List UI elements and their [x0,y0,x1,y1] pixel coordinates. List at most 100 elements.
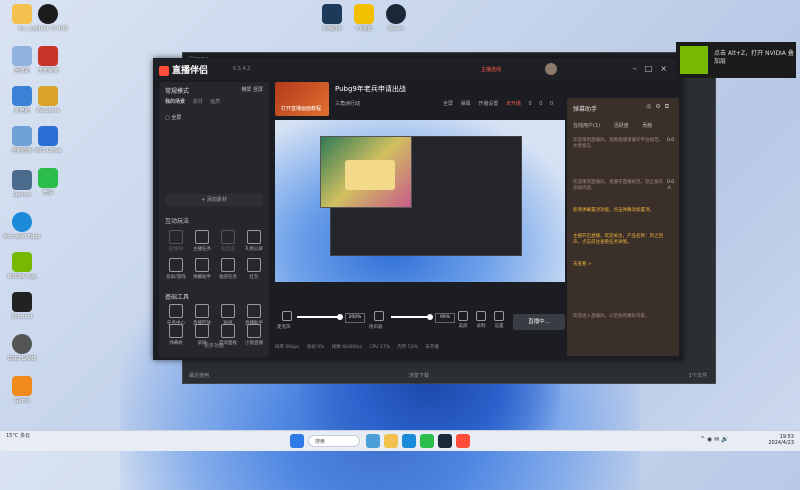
steam-icon[interactable] [438,434,452,448]
scene-mode-select[interactable]: 常规模式 [165,86,189,95]
status-drop: 丢帧 0% [306,345,325,350]
stream-settings-action[interactable]: 开播设置 [478,101,498,107]
stream-title[interactable]: Pubg9年老兵申请出战 [335,84,406,94]
fullscreen-action[interactable]: 全屏 [443,101,453,107]
desktop-icon[interactable]: Microsoft Edge [2,212,42,240]
tool-link-pk[interactable]: 连线PK [163,230,189,252]
brand-icon [159,65,169,76]
background-window-footer-mid: 浏览下载 [409,373,430,379]
tool-live-assistant[interactable]: 直播助手 [241,304,267,326]
tab-quality[interactable]: 画质 [210,99,220,105]
speaker-volume-value[interactable]: 99% [435,313,455,323]
record-button[interactable]: 录制 [475,311,487,329]
danmaku-panel: 弹幕助手 ◎⚙⧉ 在线用户(1) 活跃度 贡献 欢迎来到直播间，观看直播请遵守平… [567,98,679,356]
edge-icon[interactable] [402,434,416,448]
desktop-icon[interactable]: Game [2,376,42,404]
scene-item-fullscreen[interactable]: ▢ 全屏 [165,114,181,121]
speaker-volume-slider[interactable] [391,314,433,320]
beauty-button[interactable]: 美颜 [457,311,469,329]
status-mem: 内存 53% [397,345,418,350]
cover-thumbnail[interactable]: 打开直播画面教程 [275,82,329,116]
live-companion-window[interactable]: 直播伴侣 6.5.4.2 主播连线 –□× 常规模式 横屏 竖屏 我的场景 素材… [153,58,683,360]
task-icon [169,304,183,318]
basic-section-title: 基础工具 [165,294,190,301]
maximize-icon[interactable]: □ [645,64,661,73]
desktop-icon[interactable]: WeGame [28,86,68,114]
danmaku-panel-title: 弹幕助手 [573,106,598,113]
top-tools: 主播连线 [481,66,509,73]
avatar[interactable] [545,63,557,75]
tool-streamer-task[interactable]: 主播任务 [189,230,215,252]
steam-icon [386,4,406,24]
tool-fan-club[interactable]: 粉丝团 [215,230,241,252]
tab-contribution[interactable]: 贡献 [642,123,652,129]
speaker-toggle[interactable] [373,311,385,323]
gift-count: 0 [550,101,554,107]
add-source-button[interactable]: + 添加素材 [165,194,263,206]
desktop-icon[interactable]: Steam [376,4,416,32]
taskview-icon[interactable] [366,434,380,448]
system-tray[interactable]: ^ ◉ ✉ 🔊 [700,436,728,443]
tool-lucky-bag[interactable]: 福袋任务 [215,258,241,280]
app-version: 6.5.4.2 [233,66,251,72]
wechat-icon [38,168,58,188]
settings-icon[interactable]: ⚙ [655,103,664,110]
desktop-icon[interactable]: WPS Office [28,126,68,154]
tool-sticker[interactable]: 贴纸 [215,304,241,326]
status-bitrate: 码率 0Kbps [275,345,300,350]
sidebar-tabs: 我的场景 素材 画质 [165,98,226,105]
mic-toggle[interactable] [281,311,293,323]
tool-task-center[interactable]: 任务中心 [163,304,189,326]
side-count: 0.0人 [667,180,675,191]
taskbar-apps: 搜索 [290,434,474,448]
popout-icon[interactable]: ⧉ [665,103,673,110]
desktop-icon[interactable]: GRID GAME [2,334,42,362]
live-companion-icon[interactable] [456,434,470,448]
stream-category[interactable]: 三角洲行动 [335,100,360,107]
tool-gift-screen[interactable]: 礼物公屏 [241,230,267,252]
taskbar: 15°C 多云 搜索 ^ ◉ ✉ 🔊 19:53 2024/4/23 [0,430,800,451]
desktop-icon[interactable]: 王者荣耀 [28,46,68,74]
minimize-icon[interactable]: – [633,64,645,73]
background-window-footer-left: 最近使用 [189,373,210,379]
wechat-icon[interactable] [420,434,434,448]
tab-materials[interactable]: 素材 [193,99,203,105]
logitech-icon [38,4,58,24]
desktop-icon[interactable]: Logitech G HUB [28,4,68,32]
tool-danmaku[interactable]: 弹幕助手 [189,258,215,280]
app-icon [12,376,32,396]
search-box[interactable]: 搜索 [308,435,360,447]
danmaku-message: 欢迎来到直播间，请遵守直播规范，禁止发布违规内容。 [573,180,663,191]
wegame-icon [38,86,58,106]
tab-activity[interactable]: 活跃度 [614,123,629,129]
explorer-icon[interactable] [384,434,398,448]
start-icon[interactable] [290,434,304,448]
more-functions-link[interactable]: 更多功能 [165,342,263,349]
settings-button[interactable]: 设置 [493,311,505,329]
close-icon[interactable]: × [660,64,675,73]
nvidia-icon [680,46,708,74]
filter-icon[interactable]: ◎ [646,103,655,110]
danmaku-action[interactable]: 弹幕 [461,101,471,107]
desktop-icon[interactable]: NVIDIA App [2,252,42,280]
tab-online-users[interactable]: 在线用户(1) [573,123,600,129]
tool-replay[interactable]: 直播回放 [189,304,215,326]
mic-volume-slider[interactable] [297,314,343,320]
tab-scenes[interactable]: 我的场景 [165,99,185,105]
side-count: 0.0 [667,138,675,143]
live-status: 未开播 [505,101,521,107]
stream-preview[interactable] [275,120,565,282]
ping-button[interactable]: 主播连线 [481,67,501,73]
tool-cast-game[interactable]: 投屏/游戏 [163,258,189,280]
clock[interactable]: 19:53 2024/4/23 [768,434,794,446]
view-details-link[interactable]: 去查看 > [573,262,663,268]
desktop-icon[interactable]: 微信 [28,168,68,196]
weather-widget[interactable]: 15°C 多云 [6,433,30,439]
tool-red-packet[interactable]: 红包 [241,258,267,280]
desktop-icon[interactable]: Shortcut [2,292,42,320]
nvidia-overlay-toast[interactable]: 点击 Alt+Z，打开 NVIDIA 叠加层 [676,42,796,78]
danmaku-tabs: 在线用户(1) 活跃度 贡献 [573,122,673,129]
start-live-button[interactable]: 直播中... [513,314,565,330]
orientation-toggle[interactable]: 横屏 竖屏 [241,86,263,93]
mic-volume-value[interactable]: 200% [345,313,365,323]
